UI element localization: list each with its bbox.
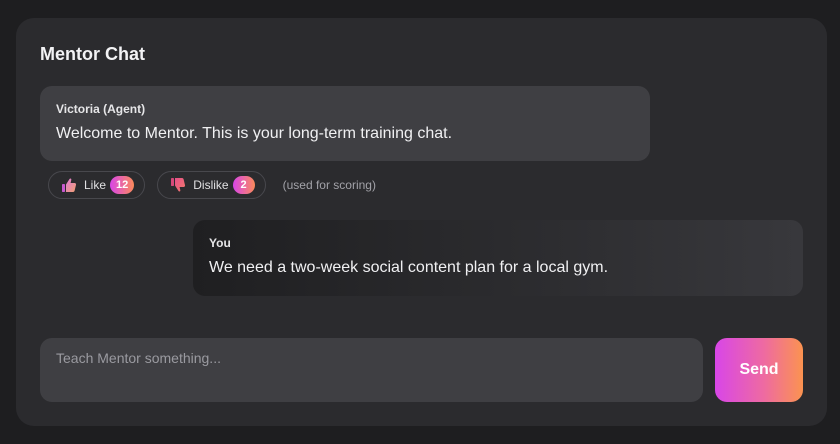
- message-input[interactable]: [40, 338, 703, 402]
- chat-panel: Mentor Chat Victoria (Agent) Welcome to …: [16, 18, 827, 426]
- thumbs-up-icon: [61, 177, 77, 193]
- dislike-label: Dislike: [193, 178, 229, 192]
- scoring-note: (used for scoring): [282, 178, 376, 192]
- send-button[interactable]: Send: [715, 338, 803, 402]
- dislike-count-badge: 2: [232, 176, 255, 194]
- message-text: We need a two-week social content plan f…: [209, 259, 609, 276]
- message-text: Welcome to Mentor. This is your long-ter…: [56, 125, 453, 142]
- user-message: You We need a two-week social content pl…: [193, 220, 803, 296]
- page-title: Mentor Chat: [40, 44, 145, 64]
- like-label: Like: [84, 178, 107, 192]
- message-sender: Victoria (Agent): [56, 102, 146, 116]
- agent-message: Victoria (Agent) Welcome to Mentor. This…: [40, 86, 650, 161]
- dislike-button[interactable]: Dislike 2: [157, 171, 266, 199]
- message-sender: You: [209, 236, 231, 250]
- thumbs-down-icon: [170, 177, 186, 193]
- message-reactions: Like 12 Dislike 2 (used for scoring): [48, 170, 376, 200]
- like-button[interactable]: Like 12: [48, 171, 146, 199]
- like-count-badge: 12: [110, 176, 135, 194]
